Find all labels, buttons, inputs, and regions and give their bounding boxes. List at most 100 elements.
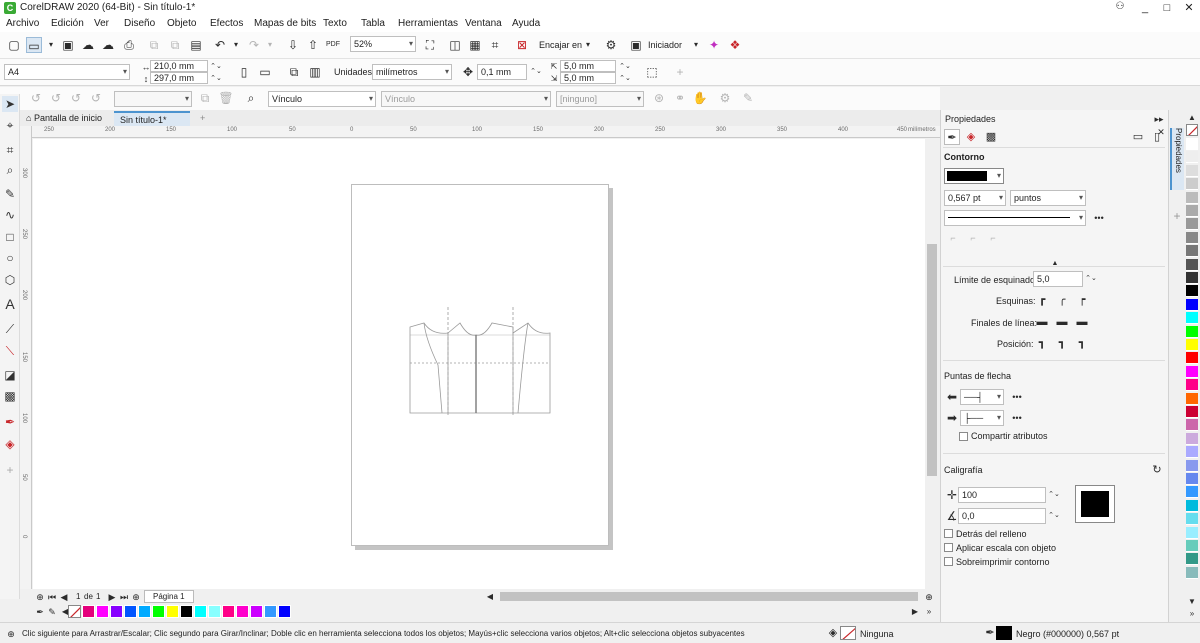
interactive-fill-tool-icon[interactable]: ◈ <box>2 436 18 452</box>
garment-pattern-drawing[interactable] <box>352 185 610 547</box>
cap-round-icon[interactable]: ▬ <box>1054 314 1070 330</box>
panel-view-1-icon[interactable]: ▭ <box>1130 129 1146 145</box>
new-tab-plus-icon[interactable]: + <box>194 111 211 126</box>
color-swatch[interactable] <box>278 605 291 618</box>
shape-tool-icon[interactable]: ⌖ <box>2 117 18 133</box>
connector-tool-icon[interactable]: ⟍ <box>2 343 18 359</box>
cloud-upload-icon[interactable]: ☁ <box>80 37 96 53</box>
previous-page-icon[interactable]: ◀ <box>56 589 72 605</box>
nudge-spinner-icon[interactable]: ⌃⌄ <box>528 64 544 80</box>
open-folder-icon[interactable]: ▭ <box>26 37 42 53</box>
status-settings-icon[interactable]: ⊕ <box>3 626 19 642</box>
hints-icon[interactable]: ❖ <box>727 37 743 53</box>
color-swatch[interactable] <box>1186 446 1198 459</box>
color-swatch[interactable] <box>1186 325 1198 338</box>
palette-flyout-icon[interactable]: » <box>1184 606 1200 622</box>
account-icon[interactable]: ⚇ <box>1113 1 1127 15</box>
close-button[interactable]: ✕ <box>1178 0 1200 16</box>
zoom-dropdown-chevron-icon[interactable]: ▾ <box>409 37 413 51</box>
color-swatch[interactable] <box>1186 365 1198 378</box>
rectangle-tool-icon[interactable]: □ <box>2 229 18 245</box>
eyedropper-tool-icon[interactable]: ✒ <box>2 414 18 430</box>
current-page-icon[interactable]: ▥ <box>307 64 323 80</box>
drawing-canvas[interactable] <box>33 139 925 589</box>
menu-objeto[interactable]: Objeto <box>167 18 196 29</box>
show-guidelines-icon[interactable]: ⌗ <box>487 37 503 53</box>
undo-icon[interactable]: ↶ <box>212 37 228 53</box>
paste-icon[interactable]: ▤ <box>188 37 204 53</box>
transparency-tool-icon[interactable]: ▩ <box>2 388 18 404</box>
menu-edicion[interactable]: Edición <box>51 18 84 29</box>
add-page-after-icon[interactable]: ⊕ <box>128 589 144 605</box>
line-style-select[interactable]: ▾ <box>944 210 1086 226</box>
color-swatch[interactable] <box>1186 566 1198 579</box>
minimize-button[interactable]: _ <box>1134 0 1156 16</box>
save-icon[interactable]: ▣ <box>60 37 76 53</box>
color-swatch[interactable] <box>208 605 221 618</box>
show-rulers-icon[interactable]: ◫ <box>447 37 463 53</box>
page-size-select[interactable]: A4 ▾ <box>4 64 130 80</box>
section-collapse-icon[interactable]: ▲ <box>1047 256 1063 272</box>
menu-archivo[interactable]: Archivo <box>6 18 39 29</box>
end-arrowhead-more-icon[interactable]: ••• <box>1009 410 1025 426</box>
vertical-ruler[interactable]: 300 250 200 150 100 50 0 <box>20 126 32 589</box>
color-swatch[interactable] <box>264 605 277 618</box>
calligraphy-angle-field[interactable]: 0,0 <box>958 508 1046 524</box>
color-swatch[interactable] <box>1186 499 1198 512</box>
miter-spinner-icon[interactable]: ⌃⌄ <box>1083 271 1099 287</box>
link-target-select[interactable]: [ninguno] ▾ <box>556 91 644 107</box>
link-type-select[interactable]: Vínculo ▾ <box>268 91 376 107</box>
color-swatch[interactable] <box>1186 138 1198 150</box>
add-tool-plus-icon[interactable]: + <box>2 462 18 478</box>
color-swatch[interactable] <box>1186 178 1198 191</box>
color-swatch[interactable] <box>1186 419 1198 432</box>
height-spinner-icon[interactable]: ⌃⌄ <box>208 71 224 87</box>
add-toolbar-plus-icon[interactable]: + <box>672 64 688 80</box>
menu-efectos[interactable]: Efectos <box>210 18 243 29</box>
search-link-icon[interactable]: ⌕ <box>243 90 259 106</box>
full-screen-preview-icon[interactable]: ⛶ <box>422 37 438 53</box>
scale-with-object-checkbox[interactable] <box>944 543 953 552</box>
no-color-swatch[interactable] <box>68 605 81 618</box>
duplicate-distance-x-field[interactable]: 5,0 mm <box>560 60 616 72</box>
corner-miter-icon[interactable]: ┏ <box>1034 292 1050 308</box>
node-tool-2-icon[interactable]: ↺ <box>48 90 64 106</box>
vertical-scrollbar[interactable] <box>925 139 940 589</box>
color-swatch[interactable] <box>250 605 263 618</box>
color-swatch[interactable] <box>1186 339 1198 351</box>
color-swatch[interactable] <box>1186 312 1198 325</box>
color-swatch[interactable] <box>1186 205 1198 217</box>
outline-color-swatch[interactable] <box>996 626 1012 640</box>
fill-bucket-icon[interactable]: ◈ <box>825 625 841 641</box>
dash-corner-3-icon[interactable]: ⌐ <box>985 230 1001 246</box>
color-swatch[interactable] <box>1186 298 1198 311</box>
style-select[interactable]: ▾ <box>114 91 192 107</box>
color-swatch[interactable] <box>180 605 193 618</box>
launcher-dropdown-chevron-icon[interactable]: ▾ <box>688 37 704 53</box>
corel-fox-icon[interactable]: ✦ <box>706 37 722 53</box>
share-attributes-checkbox[interactable] <box>959 432 968 441</box>
menu-tabla[interactable]: Tabla <box>361 18 385 29</box>
application-launcher-icon[interactable]: ▣ <box>628 37 644 53</box>
position-outside-icon[interactable]: ┓ <box>1034 335 1050 351</box>
redo-dropdown-icon[interactable]: ▾ <box>262 37 278 53</box>
tab-properties-docker[interactable]: Propiedades <box>1170 128 1184 190</box>
menu-texto[interactable]: Texto <box>323 18 347 29</box>
angle-spinner-icon[interactable]: ⌃⌄ <box>1046 508 1062 524</box>
fill-none-swatch[interactable] <box>840 626 856 640</box>
color-swatch[interactable] <box>124 605 137 618</box>
calligraphy-reset-icon[interactable]: ↻ <box>1149 462 1165 478</box>
dup-y-spinner-icon[interactable]: ⌃⌄ <box>617 71 633 87</box>
cloud-download-icon[interactable]: ☁ <box>100 37 116 53</box>
outline-width-field[interactable]: 0,567 pt ▾ <box>944 190 1006 206</box>
outline-units-select[interactable]: puntos ▾ <box>1010 190 1086 206</box>
link-settings-icon[interactable]: ⚙ <box>717 90 733 106</box>
artistic-media-tool-icon[interactable]: ∿ <box>2 207 18 223</box>
color-swatch[interactable] <box>1186 258 1198 271</box>
color-swatch[interactable] <box>222 605 235 618</box>
redo-icon[interactable]: ↷ <box>246 37 262 53</box>
node-tool-3-icon[interactable]: ↺ <box>68 90 84 106</box>
portrait-orientation-icon[interactable]: ▯ <box>236 64 252 80</box>
color-swatch[interactable] <box>1186 459 1198 472</box>
color-swatch[interactable] <box>1186 272 1198 284</box>
